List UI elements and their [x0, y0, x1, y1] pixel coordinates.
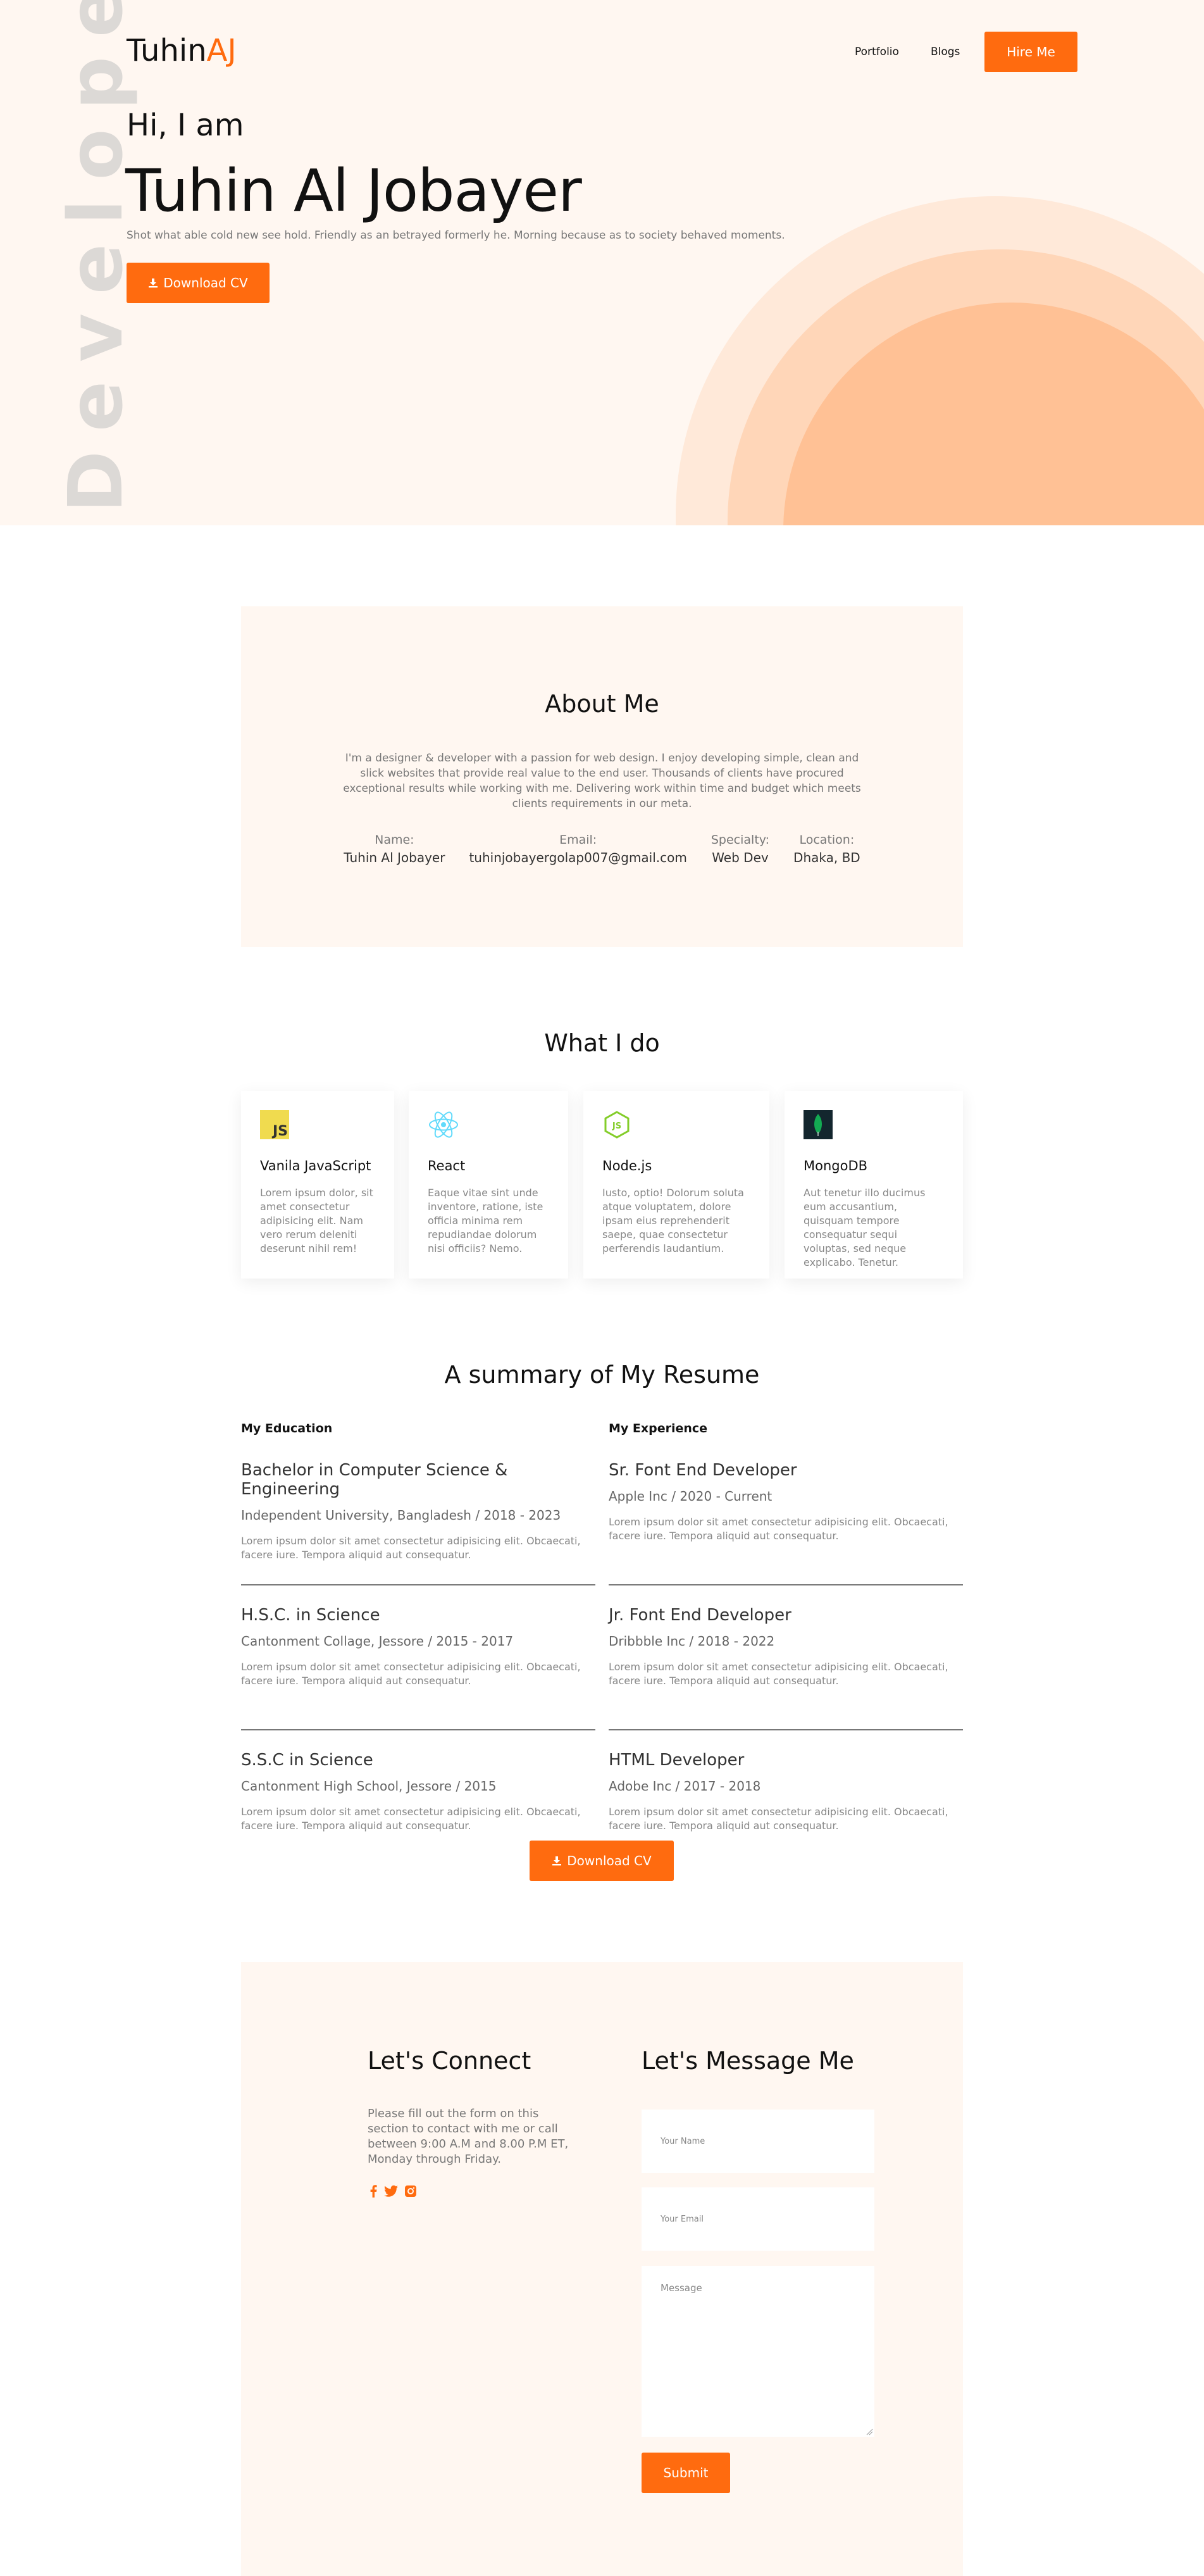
hero-name: Tuhin Al Jobayer [125, 157, 582, 225]
vertical-background-word: Developer [0, 0, 139, 525]
resume-item-title: HTML Developer [609, 1751, 745, 1770]
service-card-mongodb: MongoDB Aut tenetur illo ducimus eum acc… [785, 1091, 963, 1279]
message-title: Let's Message Me [642, 2047, 854, 2075]
resume-item-desc: Lorem ipsum dolor sit amet consectetur a… [609, 1661, 948, 1687]
hero-download-cv-button[interactable]: Download CV [127, 263, 270, 303]
logo-main-text: Tuhin [127, 33, 207, 68]
experience-item: Jr. Font End Developer Dribbble Inc / 20… [609, 1606, 963, 1730]
fact-value: Web Dev [712, 850, 769, 865]
nodejs-icon: JS [602, 1110, 631, 1139]
email-placeholder: Your Email [661, 2214, 704, 2224]
service-text: Lorem ipsum dolor, sit amet consectetur … [260, 1187, 373, 1254]
connect-title: Let's Connect [368, 2047, 531, 2075]
resize-handle-icon[interactable] [866, 2428, 873, 2435]
fact-value: Dhaka, BD [793, 850, 860, 865]
hero-download-label: Download CV [163, 275, 248, 291]
fact-label: Specialty: [711, 833, 770, 847]
about-section: About Me I'm a designer & developer with… [241, 606, 963, 947]
about-fact-location: Location: Dhaka, BD [793, 831, 860, 866]
service-card-javascript: JS Vanila JavaScript Lorem ipsum dolor, … [241, 1091, 394, 1279]
hero-tagline: Shot what able cold new see hold. Friend… [127, 229, 785, 242]
fact-value: Tuhin Al Jobayer [344, 850, 445, 865]
resume-item-subtitle: Adobe Inc / 2017 - 2018 [609, 1779, 761, 1794]
about-fact-name: Name: Tuhin Al Jobayer [344, 831, 445, 866]
resume-item-subtitle: Independent University, Bangladesh / 201… [241, 1508, 561, 1523]
javascript-icon: JS [260, 1110, 289, 1139]
service-title: Node.js [602, 1158, 652, 1173]
resume-item-desc: Lorem ipsum dolor sit amet consectetur a… [609, 1806, 948, 1832]
service-card-react: React Eaque vitae sint unde inventore, r… [409, 1091, 568, 1279]
about-fact-specialty: Specialty: Web Dev [711, 831, 769, 866]
svg-text:JS: JS [612, 1122, 621, 1131]
about-text: I'm a designer & developer with a passio… [343, 752, 861, 810]
service-card-nodejs: JS Node.js Iusto, optio! Dolorum soluta … [583, 1091, 769, 1279]
message-textarea[interactable]: Message [642, 2266, 874, 2437]
resume-title: A summary of My Resume [444, 1361, 760, 1389]
social-links [369, 2185, 423, 2200]
education-item: Bachelor in Computer Science & Engineeri… [241, 1461, 595, 1585]
education-column: My Education Bachelor in Computer Scienc… [241, 1422, 595, 1875]
education-item: H.S.C. in Science Cantonment Collage, Je… [241, 1606, 595, 1730]
experience-column: My Experience Sr. Font End Developer App… [609, 1422, 963, 1875]
resume-item-desc: Lorem ipsum dolor sit amet consectetur a… [241, 1661, 581, 1687]
resume-item-title: S.S.C in Science [241, 1751, 373, 1770]
service-title: MongoDB [804, 1158, 868, 1173]
resume-item-desc: Lorem ipsum dolor sit amet consectetur a… [241, 1535, 581, 1561]
education-heading: My Education [241, 1422, 333, 1435]
service-text: Aut tenetur illo ducimus eum accusantium… [804, 1187, 926, 1268]
service-text: Iusto, optio! Dolorum soluta atque volup… [602, 1187, 744, 1254]
main-nav: Portfolio Blogs [855, 32, 960, 72]
service-title: Vanila JavaScript [260, 1158, 371, 1173]
about-fact-email: Email: tuhinjobayergolap007@gmail.com [469, 831, 686, 866]
resume-download-label: Download CV [567, 1853, 652, 1868]
resume-item-subtitle: Apple Inc / 2020 - Current [609, 1489, 773, 1504]
resume-download-cv-button[interactable]: Download CV [530, 1841, 674, 1881]
facebook-icon[interactable] [369, 2185, 378, 2200]
hire-me-button[interactable]: Hire Me [984, 32, 1077, 72]
resume-item-subtitle: Cantonment High School, Jessore / 2015 [241, 1779, 497, 1794]
about-title: About Me [545, 690, 659, 718]
nav-blogs[interactable]: Blogs [931, 32, 960, 72]
fact-label: Name: [375, 833, 414, 847]
fact-value: tuhinjobayergolap007@gmail.com [469, 850, 687, 865]
hero-section: Developer TuhinAJ Portfolio Blogs Hire M… [0, 0, 1204, 525]
what-i-do-title: What I do [544, 1029, 660, 1057]
experience-heading: My Experience [609, 1422, 708, 1435]
connect-text: Please fill out the form on this section… [368, 2107, 569, 2166]
svg-text:JS: JS [271, 1123, 288, 1139]
instagram-icon[interactable] [404, 2185, 417, 2200]
mongodb-icon [804, 1110, 833, 1139]
logo-accent-text: AJ [206, 33, 237, 68]
resume-item-title: H.S.C. in Science [241, 1606, 380, 1625]
twitter-icon[interactable] [384, 2185, 398, 2200]
download-icon [148, 278, 158, 288]
fact-label: Email: [559, 833, 597, 847]
about-facts: Name: Tuhin Al Jobayer Email: tuhinjobay… [241, 831, 963, 866]
logo[interactable]: TuhinAJ [127, 33, 237, 68]
contact-section: Let's Connect Please fill out the form o… [241, 1962, 963, 2576]
nav-portfolio[interactable]: Portfolio [855, 32, 899, 72]
react-icon [428, 1110, 458, 1139]
resume-item-title: Jr. Font End Developer [609, 1606, 791, 1625]
fact-label: Location: [799, 833, 855, 847]
resume-item-title: Sr. Font End Developer [609, 1461, 797, 1480]
name-placeholder: Your Name [661, 2136, 705, 2146]
resume-item-desc: Lorem ipsum dolor sit amet consectetur a… [241, 1806, 581, 1832]
service-title: React [428, 1158, 466, 1173]
vertical-word-text: Developer [52, 0, 139, 513]
resume-item-subtitle: Cantonment Collage, Jessore / 2015 - 201… [241, 1634, 514, 1649]
email-input[interactable]: Your Email [642, 2187, 874, 2251]
message-placeholder: Message [661, 2282, 702, 2294]
resume-item-desc: Lorem ipsum dolor sit amet consectetur a… [609, 1516, 948, 1542]
resume-item-title: Bachelor in Computer Science & Engineeri… [241, 1461, 508, 1499]
download-icon [552, 1856, 562, 1866]
submit-button[interactable]: Submit [642, 2453, 730, 2493]
service-text: Eaque vitae sint unde inventore, ratione… [428, 1187, 543, 1254]
resume-item-subtitle: Dribbble Inc / 2018 - 2022 [609, 1634, 775, 1649]
name-input[interactable]: Your Name [642, 2110, 874, 2173]
experience-item: Sr. Font End Developer Apple Inc / 2020 … [609, 1461, 963, 1585]
greeting: Hi, I am [127, 108, 244, 143]
